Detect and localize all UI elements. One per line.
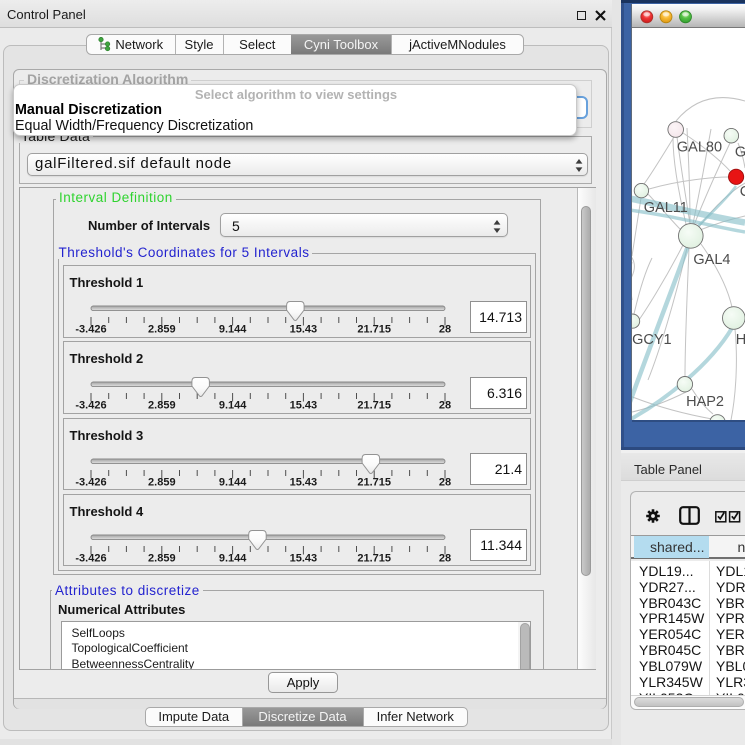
svg-text:9.144: 9.144 [218,476,246,488]
svg-text:21.715: 21.715 [357,476,391,488]
svg-text:HAP4: HAP4 [736,332,745,348]
svg-text:-3.426: -3.426 [75,552,106,564]
svg-text:2.859: 2.859 [148,400,176,412]
svg-text:28: 28 [438,552,450,564]
svg-text:-3.426: -3.426 [75,476,106,488]
svg-text:28: 28 [438,400,450,412]
svg-text:GAL80: GAL80 [677,140,722,156]
svg-text:-3.426: -3.426 [75,324,106,336]
svg-text:9.144: 9.144 [218,324,246,336]
svg-text:21.715: 21.715 [357,552,391,564]
svg-text:9.144: 9.144 [218,552,246,564]
svg-text:-3.426: -3.426 [75,400,106,412]
svg-text:2.859: 2.859 [148,324,176,336]
svg-text:CRM1: CRM1 [740,184,745,200]
svg-text:28: 28 [438,324,450,336]
svg-text:15.43: 15.43 [289,476,317,488]
svg-text:21.715: 21.715 [357,400,391,412]
svg-text:GAL4: GAL4 [693,252,730,268]
svg-text:21.715: 21.715 [357,324,391,336]
svg-text:2.859: 2.859 [148,552,176,564]
svg-text:2.859: 2.859 [148,476,176,488]
svg-text:GAL3: GAL3 [735,145,745,161]
svg-text:28: 28 [438,476,450,488]
svg-text:GAL11: GAL11 [644,200,688,216]
svg-text:15.43: 15.43 [289,400,317,412]
svg-text:15.43: 15.43 [289,324,317,336]
svg-text:15.43: 15.43 [289,552,317,564]
svg-text:9.144: 9.144 [218,400,246,412]
svg-text:GCY1: GCY1 [632,332,672,348]
svg-text:HAP2: HAP2 [686,394,724,410]
